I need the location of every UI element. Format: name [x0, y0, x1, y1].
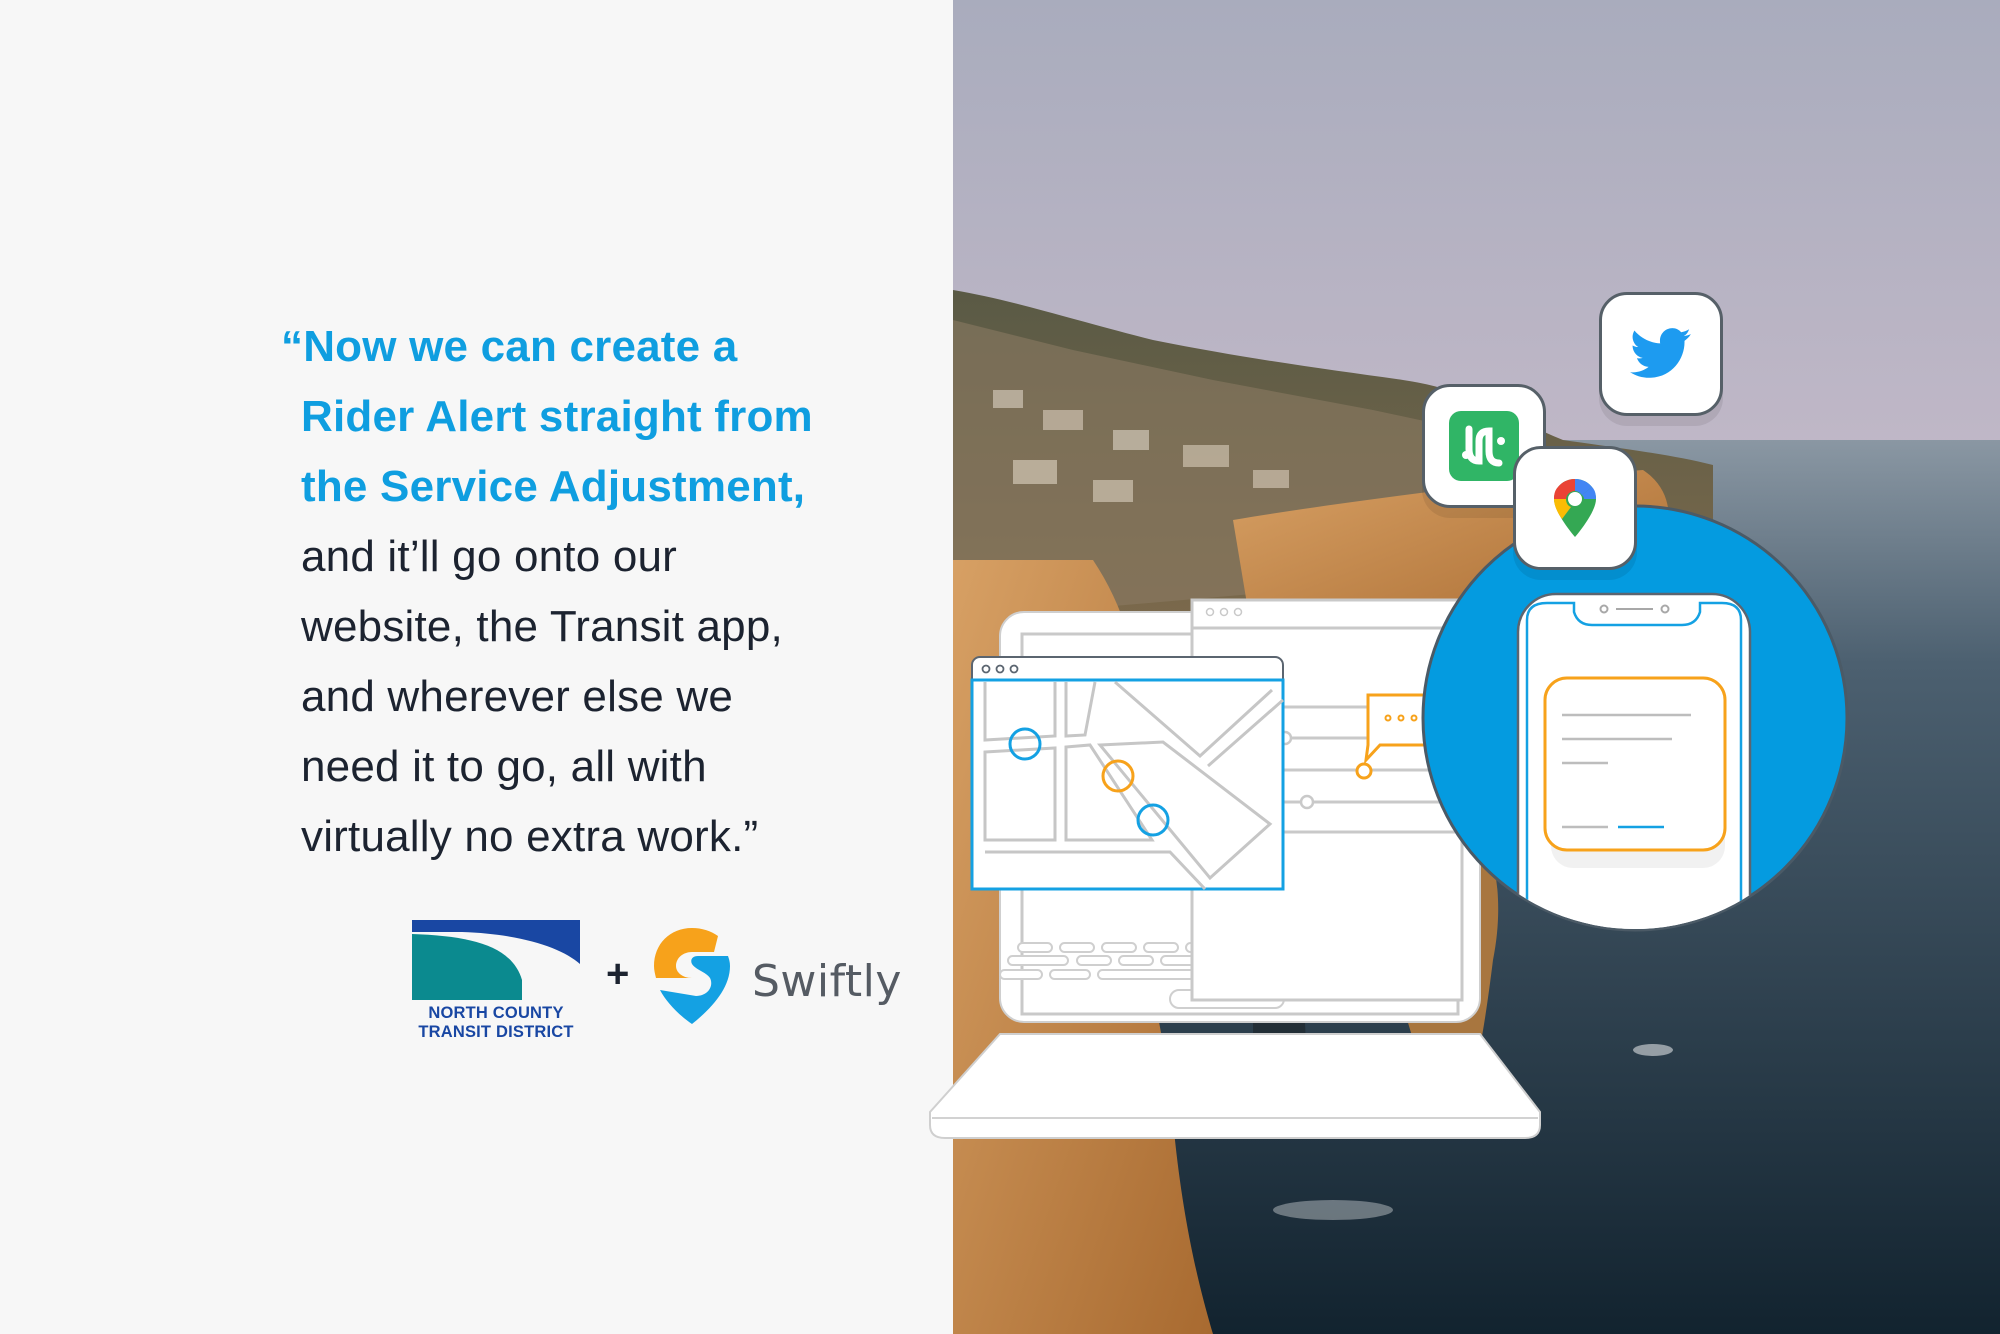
- quote-highlight-line: “Now we can create a: [281, 322, 738, 371]
- twitter-icon: [1630, 328, 1691, 378]
- quote-body-line: and wherever else we: [301, 672, 734, 721]
- alert-marker: [1355, 762, 1373, 780]
- google-maps-icon: [1554, 479, 1596, 537]
- quote-body-line: website, the Transit app,: [301, 602, 783, 651]
- quote-body-line: virtually no extra work.”: [301, 812, 759, 861]
- quote-body-line: need it to go, all with: [301, 742, 707, 791]
- nctd-logo-mark: [412, 920, 580, 1000]
- partner-logos: NORTH COUNTY TRANSIT DISTRICT + Swiftly: [412, 918, 901, 1043]
- quote-highlight-line: the Service Adjustment,: [301, 462, 806, 511]
- nctd-name-line2: TRANSIT DISTRICT: [418, 1023, 574, 1041]
- testimonial-quote: “Now we can create a Rider Alert straigh…: [281, 312, 903, 872]
- map-browser-window: [970, 656, 1285, 891]
- quote-panel: “Now we can create a Rider Alert straigh…: [0, 0, 953, 1334]
- nctd-wordmark: NORTH COUNTY TRANSIT DISTRICT: [412, 1004, 580, 1042]
- plus-sign: +: [606, 952, 630, 996]
- quote-highlight-line: Rider Alert straight from: [301, 392, 813, 441]
- nctd-logo: NORTH COUNTY TRANSIT DISTRICT: [412, 920, 580, 1042]
- swiftly-logo-icon: [654, 928, 730, 1024]
- transit-app-icon: [1449, 411, 1519, 481]
- swiftly-wordmark: Swiftly: [752, 956, 902, 1007]
- nctd-name-line1: NORTH COUNTY: [428, 1004, 564, 1022]
- quote-body-line: and it’ll go onto our: [301, 532, 678, 581]
- laptop-base: [929, 1033, 1541, 1139]
- twitter-app-tile[interactable]: [1599, 292, 1723, 416]
- google-maps-app-tile[interactable]: [1513, 446, 1637, 570]
